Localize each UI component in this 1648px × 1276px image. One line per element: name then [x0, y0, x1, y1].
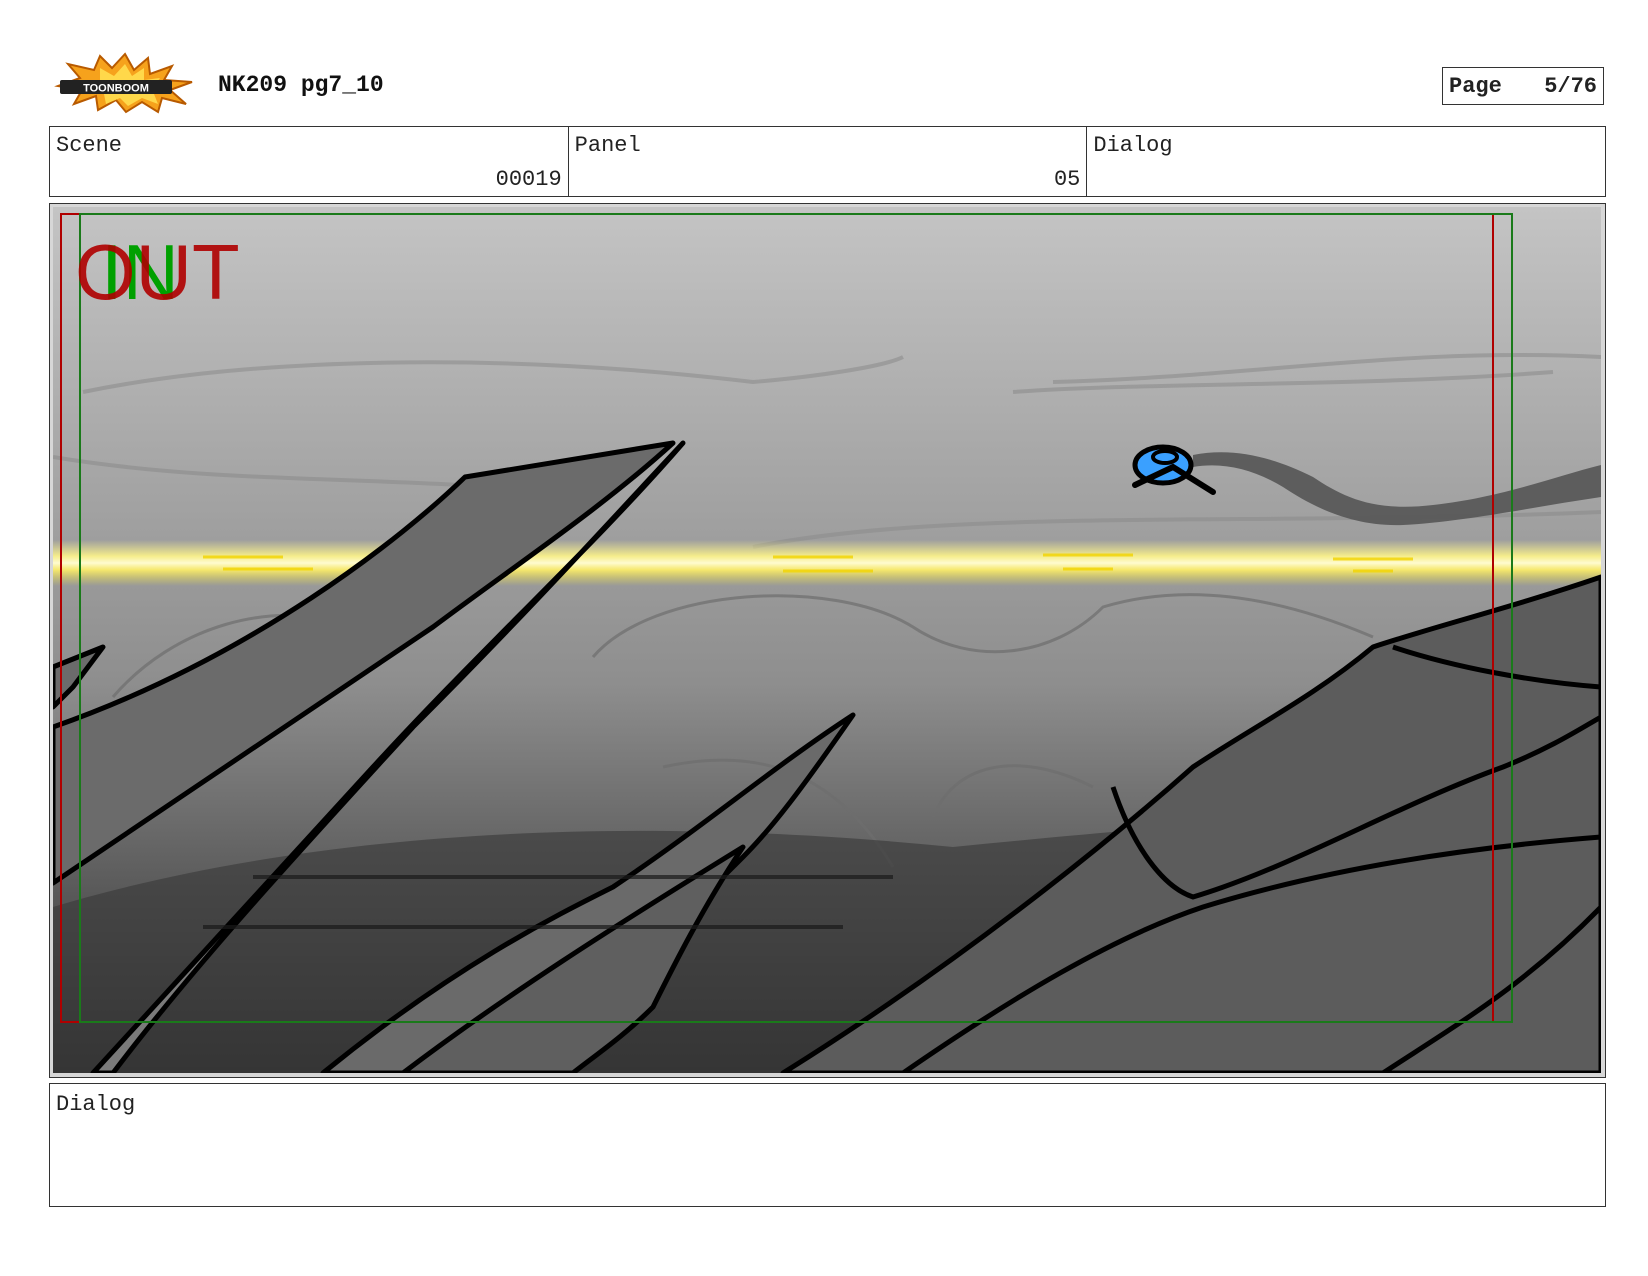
scene-cell: Scene 00019 [50, 127, 569, 196]
laser-beam [53, 540, 1601, 586]
storyboard-panel: IN OUT [49, 203, 1606, 1078]
dialog-label: Dialog [56, 1092, 136, 1117]
page-number: 5/76 [1544, 73, 1597, 99]
panel-cell: Panel 05 [569, 127, 1088, 196]
page-indicator: Page 5/76 [1442, 67, 1604, 105]
document-title: NK209 pg7_10 [218, 72, 384, 98]
panel-number: 05 [1053, 167, 1081, 192]
scene-number: 00019 [495, 167, 562, 192]
toonboom-logo: TOONBOOM [54, 52, 193, 114]
panel-drawing: IN OUT [53, 207, 1601, 1073]
dialog-cell: Dialog [1087, 127, 1605, 196]
logo-text: TOONBOOM [83, 83, 149, 95]
dialog-box: Dialog [49, 1083, 1606, 1207]
panel-label: Panel [574, 133, 641, 158]
page-label: Page [1449, 73, 1502, 99]
dialog-header-label: Dialog [1093, 133, 1173, 158]
out-marker: OUT [75, 228, 240, 316]
info-row: Scene 00019 Panel 05 Dialog [49, 126, 1606, 197]
scene-label: Scene [56, 133, 123, 158]
